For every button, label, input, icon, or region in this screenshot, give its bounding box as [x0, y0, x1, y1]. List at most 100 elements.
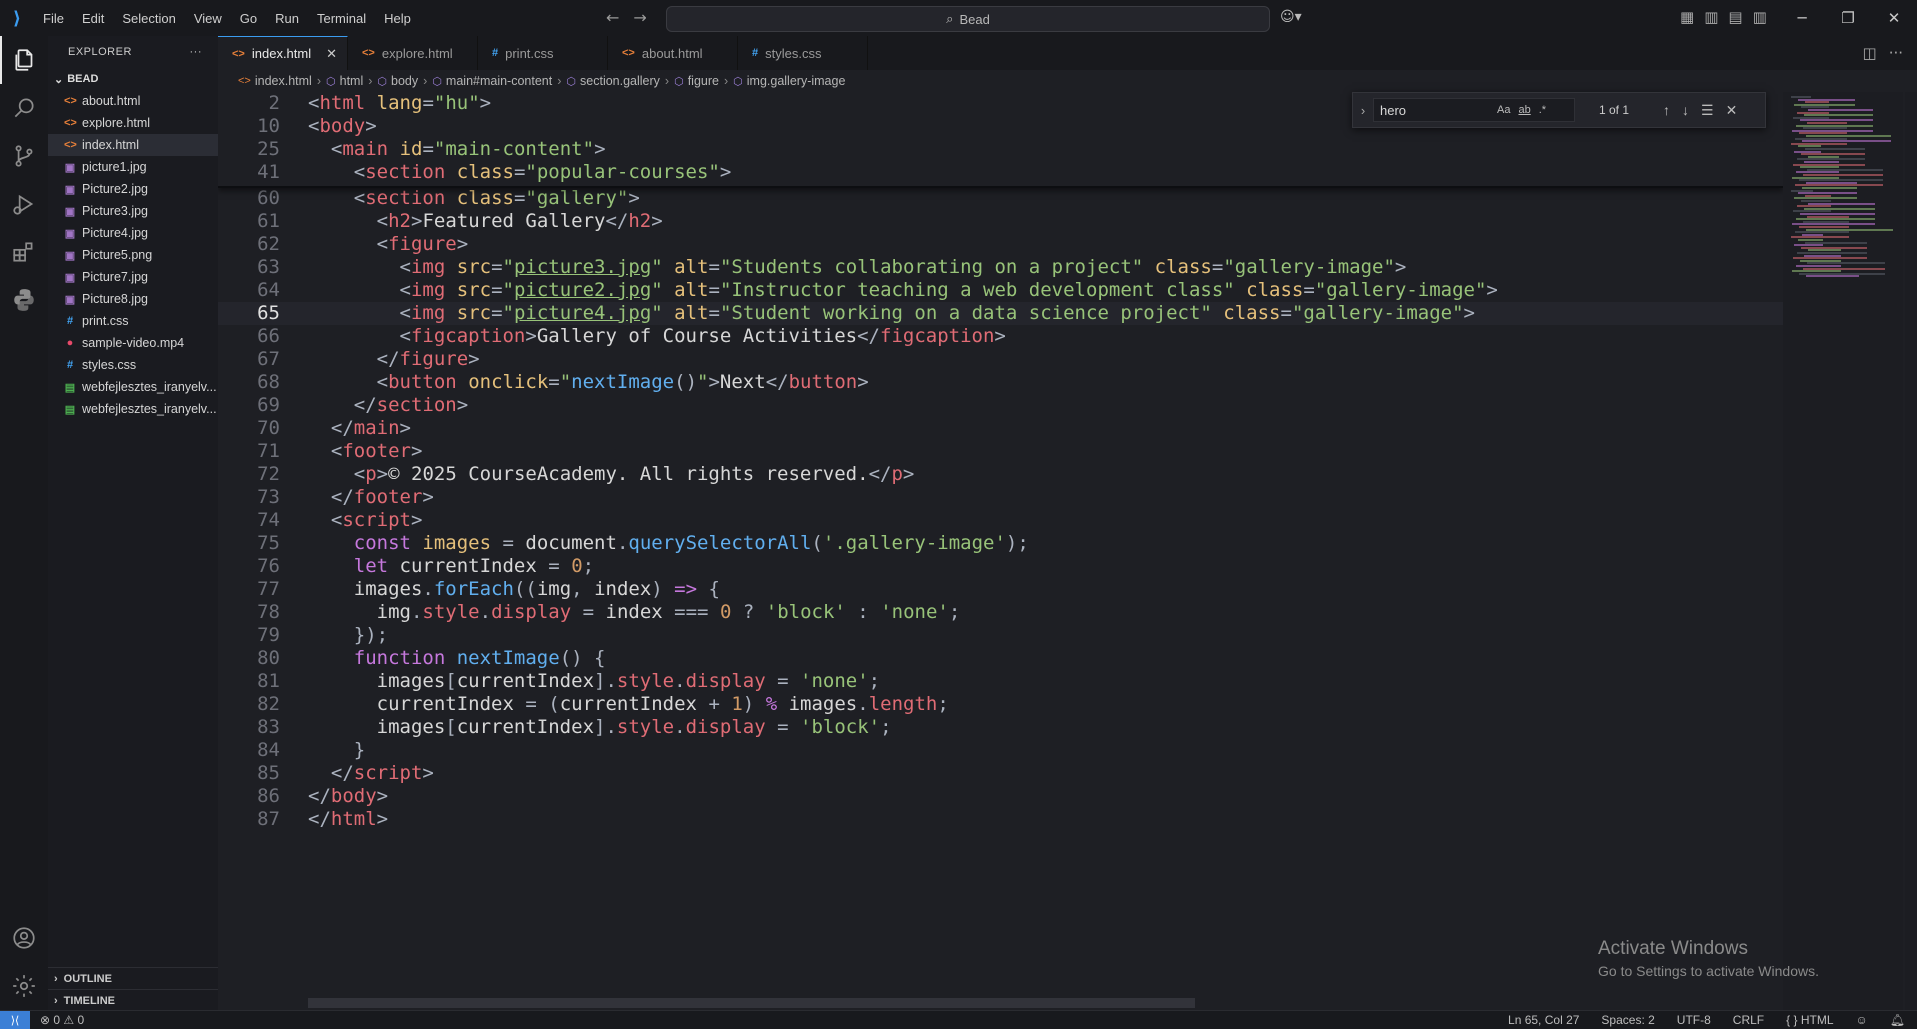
find-in-selection-icon[interactable]: ☰	[1701, 102, 1714, 119]
tab-explore-html[interactable]: <> explore.html	[348, 36, 478, 70]
extensions-icon[interactable]	[0, 228, 48, 276]
menu-item-file[interactable]: File	[34, 11, 73, 26]
command-center-search[interactable]: ⌕ Bead	[666, 6, 1270, 32]
code-line[interactable]: 82 currentIndex = (currentIndex + 1) % i…	[218, 693, 1783, 716]
code-line[interactable]: 85 </script>	[218, 762, 1783, 785]
code-line[interactable]: 81 images[currentIndex].style.display = …	[218, 670, 1783, 693]
file-item[interactable]: ▣ Picture7.jpg	[48, 266, 218, 288]
code-line[interactable]: 65 <img src="picture4.jpg" alt="Student …	[218, 302, 1783, 325]
breadcrumb-item[interactable]: figure	[688, 74, 719, 88]
toggle-panel-icon[interactable]: ▤	[1728, 8, 1742, 26]
minimize-icon[interactable]: ─	[1779, 9, 1825, 27]
copilot-icon[interactable]: ☺▾	[1280, 9, 1302, 25]
menu-item-help[interactable]: Help	[375, 11, 420, 26]
indentation[interactable]: Spaces: 2	[1601, 1013, 1654, 1027]
notifications-bell-icon[interactable]: 🔔︎	[1890, 1013, 1905, 1027]
timeline-section[interactable]: › TIMELINE	[48, 989, 218, 1011]
sticky-line[interactable]: 25 <main id="main-content">	[218, 138, 1783, 161]
code-line[interactable]: 86 </body>	[218, 785, 1783, 808]
file-item[interactable]: ▣ Picture2.jpg	[48, 178, 218, 200]
code-line[interactable]: 72 <p>© 2025 CourseAcademy. All rights r…	[218, 463, 1783, 486]
code-line[interactable]: 76 let currentIndex = 0;	[218, 555, 1783, 578]
close-window-icon[interactable]: ✕	[1871, 9, 1917, 27]
python-icon[interactable]	[0, 276, 48, 324]
code-line[interactable]: 74 <script>	[218, 509, 1783, 532]
code-line[interactable]: 73 </footer>	[218, 486, 1783, 509]
code-line[interactable]: 69 </section>	[218, 394, 1783, 417]
cursor-position[interactable]: Ln 65, Col 27	[1508, 1013, 1579, 1027]
breadcrumb-item[interactable]: img.gallery-image	[747, 74, 846, 88]
account-icon[interactable]	[0, 914, 48, 962]
search-view-icon[interactable]	[0, 84, 48, 132]
code-line[interactable]: 70 </main>	[218, 417, 1783, 440]
toggle-replace-icon[interactable]: ›	[1353, 103, 1373, 118]
code-line[interactable]: 66 <figcaption>Gallery of Course Activit…	[218, 325, 1783, 348]
breadcrumb-item[interactable]: body	[391, 74, 418, 88]
menu-item-selection[interactable]: Selection	[113, 11, 184, 26]
match-case-toggle[interactable]: Aa	[1497, 104, 1510, 116]
file-item[interactable]: <> index.html	[48, 134, 218, 156]
run-debug-icon[interactable]	[0, 180, 48, 228]
close-find-icon[interactable]: ✕	[1726, 102, 1738, 119]
file-item[interactable]: # styles.css	[48, 354, 218, 376]
next-match-icon[interactable]: ↓	[1682, 102, 1689, 119]
breadcrumb-item[interactable]: section.gallery	[580, 74, 660, 88]
code-line[interactable]: 67 </figure>	[218, 348, 1783, 371]
file-item[interactable]: ▣ Picture3.jpg	[48, 200, 218, 222]
encoding[interactable]: UTF-8	[1677, 1013, 1711, 1027]
menu-item-view[interactable]: View	[185, 11, 231, 26]
code-line[interactable]: 71 <footer>	[218, 440, 1783, 463]
explorer-icon[interactable]	[0, 36, 48, 84]
vertical-scrollbar[interactable]	[1905, 92, 1917, 1010]
breadcrumb-item[interactable]: html	[340, 74, 364, 88]
code-line[interactable]: 64 <img src="picture2.jpg" alt="Instruct…	[218, 279, 1783, 302]
code-line[interactable]: 75 const images = document.querySelector…	[218, 532, 1783, 555]
settings-gear-icon[interactable]	[0, 962, 48, 1010]
restore-icon[interactable]: ❐	[1825, 9, 1871, 27]
forward-arrow-icon[interactable]: →	[633, 8, 646, 27]
code-line[interactable]: 62 <figure>	[218, 233, 1783, 256]
file-item[interactable]: ▣ Picture4.jpg	[48, 222, 218, 244]
split-editor-icon[interactable]: ◫	[1863, 44, 1877, 62]
previous-match-icon[interactable]: ↑	[1663, 102, 1670, 119]
more-actions-icon[interactable]: ···	[190, 46, 203, 58]
code-line[interactable]: 83 images[currentIndex].style.display = …	[218, 716, 1783, 739]
tab-styles-css[interactable]: # styles.css	[738, 36, 868, 70]
line-endings[interactable]: CRLF	[1733, 1013, 1764, 1027]
code-line[interactable]: 84 }	[218, 739, 1783, 762]
toggle-sidebar-icon[interactable]: ▥	[1704, 8, 1718, 26]
file-item[interactable]: ▤ webfejlesztes_iranyelv...	[48, 398, 218, 420]
language-mode[interactable]: { } HTML	[1786, 1013, 1833, 1027]
file-item[interactable]: ▣ Picture5.png	[48, 244, 218, 266]
outline-section[interactable]: › OUTLINE	[48, 967, 218, 989]
code-line[interactable]: 68 <button onclick="nextImage()">Next</b…	[218, 371, 1783, 394]
minimap[interactable]	[1783, 92, 1903, 1010]
tab-print-css[interactable]: # print.css	[478, 36, 608, 70]
tab-index-html[interactable]: <> index.html ✕	[218, 36, 348, 70]
code-line[interactable]: 80 function nextImage() {	[218, 647, 1783, 670]
breadcrumb-item[interactable]: main#main-content	[446, 74, 552, 88]
code-line[interactable]: 79 });	[218, 624, 1783, 647]
file-item[interactable]: # print.css	[48, 310, 218, 332]
menu-item-terminal[interactable]: Terminal	[308, 11, 375, 26]
menu-item-run[interactable]: Run	[266, 11, 308, 26]
code-line[interactable]: 78 img.style.display = index === 0 ? 'bl…	[218, 601, 1783, 624]
more-editor-actions-icon[interactable]: ···	[1889, 44, 1903, 62]
use-regex-toggle[interactable]: .*	[1539, 104, 1546, 116]
file-item[interactable]: ● sample-video.mp4	[48, 332, 218, 354]
copilot-status-icon[interactable]: ☺	[1856, 1013, 1868, 1027]
sticky-line[interactable]: 41 <section class="popular-courses">	[218, 161, 1783, 184]
customize-layout-icon[interactable]: ▦	[1680, 8, 1694, 26]
tab-about-html[interactable]: <> about.html	[608, 36, 738, 70]
file-item[interactable]: <> explore.html	[48, 112, 218, 134]
breadcrumb-item[interactable]: index.html	[255, 74, 312, 88]
horizontal-scrollbar[interactable]	[308, 998, 1195, 1008]
code-line[interactable]: 60 <section class="gallery">	[218, 187, 1783, 210]
file-item[interactable]: ▣ Picture8.jpg	[48, 288, 218, 310]
code-line[interactable]: 87 </html>	[218, 808, 1783, 831]
toggle-secondary-sidebar-icon[interactable]: ▥	[1753, 8, 1767, 26]
file-item[interactable]: ▤ webfejlesztes_iranyelv...	[48, 376, 218, 398]
file-item[interactable]: ▣ picture1.jpg	[48, 156, 218, 178]
back-arrow-icon[interactable]: ←	[606, 8, 619, 27]
explorer-root-folder[interactable]: ⌄ BEAD	[48, 68, 218, 90]
